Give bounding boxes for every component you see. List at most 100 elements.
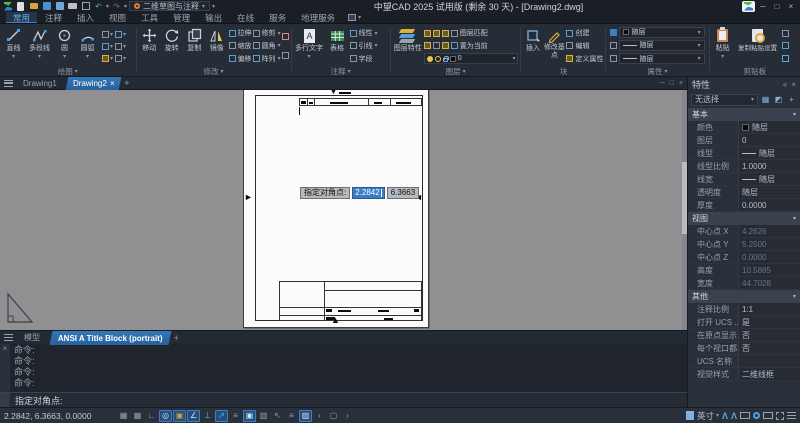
property-row-color[interactable]: 颜色随层	[688, 121, 800, 134]
dynamic-input-icon[interactable]: ↗	[215, 410, 228, 422]
property-row-height[interactable]: 高度10.5885	[688, 264, 800, 277]
create-block-button[interactable]: 创建	[566, 28, 603, 39]
annotation-autoscale-icon[interactable]: Λ	[731, 411, 737, 421]
lineweight-display-icon[interactable]: ≡	[229, 410, 242, 422]
save-as-icon[interactable]	[54, 1, 65, 12]
property-row-center-y[interactable]: 中心点 Y5.2500	[688, 238, 800, 251]
layer-tool-icon[interactable]	[451, 42, 458, 49]
hatch-icon[interactable]: ▾	[102, 55, 113, 62]
draw-panel-label[interactable]: 绘图▾	[2, 66, 134, 76]
dynamic-input-y-field[interactable]: 6.3663	[387, 187, 419, 199]
open-file-icon[interactable]	[28, 1, 39, 12]
block-panel-label[interactable]: 块	[523, 66, 603, 76]
tab-home[interactable]: 常用	[6, 12, 37, 23]
object-snap-tracking-icon[interactable]: ▣	[173, 410, 186, 422]
scale-button[interactable]: 缩放	[229, 40, 252, 51]
copy-button[interactable]: 复制	[184, 26, 206, 66]
doc-tab-drawing1[interactable]: Drawing1	[17, 77, 63, 90]
polyline-button[interactable]: 多段线▾	[26, 26, 53, 66]
line-button[interactable]: 直线▾	[2, 26, 25, 66]
insert-block-button[interactable]: 插入	[523, 26, 542, 66]
properties-panel-label[interactable]: 属性▾	[608, 66, 706, 76]
plot-preview-icon[interactable]	[80, 1, 91, 12]
redo-icon[interactable]: ↷	[111, 1, 122, 12]
layout-tab-ansi-a[interactable]: ANSI A Title Block (portrait)	[50, 331, 172, 345]
leader-button[interactable]: 引线▾	[350, 40, 378, 51]
clean-screen-icon[interactable]	[763, 412, 773, 419]
paste-button[interactable]: 粘贴▾	[712, 26, 734, 66]
doc-tab-drawing2[interactable]: Drawing2×	[65, 77, 121, 90]
quick-access-more-icon[interactable]: ▾	[212, 3, 215, 10]
property-row-ucs-icon-on[interactable]: 打开 UCS ...是	[688, 316, 800, 329]
isometric-drafting-icon[interactable]: ⊥	[201, 410, 214, 422]
workspace-switcher[interactable]: 二维草图与注释 ▾	[129, 1, 210, 11]
settings-gear-icon[interactable]	[753, 412, 760, 419]
tab-insert[interactable]: 插入	[70, 12, 101, 23]
grid-display-icon[interactable]: ▦	[117, 410, 130, 422]
property-row-annotation-scale[interactable]: 注释比例1:1	[688, 303, 800, 316]
annotation-scale-icon[interactable]	[740, 412, 750, 419]
close-tab-icon[interactable]: ×	[110, 79, 115, 88]
annotation-monitor-icon[interactable]: ↖	[271, 410, 284, 422]
ortho-mode-icon[interactable]: ∟	[145, 410, 158, 422]
circle-button[interactable]: 圆▾	[54, 26, 75, 66]
tab-geo-services[interactable]: 地理服务	[294, 12, 342, 23]
annotation-visibility-icon[interactable]: Λ	[722, 411, 728, 421]
property-row-center-x[interactable]: 中心点 X4.2626	[688, 225, 800, 238]
layer-tool-icon[interactable]	[442, 42, 449, 49]
color-control[interactable]: 随层▾	[610, 26, 704, 38]
field-button[interactable]: 字段	[350, 53, 378, 64]
erase-button[interactable]	[282, 31, 289, 42]
dynamic-input-x-field[interactable]: 2.2842	[352, 187, 384, 199]
doc-tab-menu-icon[interactable]	[4, 80, 13, 87]
lineweight-control[interactable]: 随层▾	[610, 39, 704, 51]
tab-output[interactable]: 输出	[198, 12, 229, 23]
edit-block-button[interactable]: 编辑	[566, 40, 603, 51]
command-history[interactable]: × 命令: 命令: 命令: 命令:	[0, 344, 687, 392]
prev-status-icon[interactable]: ‹	[313, 410, 326, 422]
plot-icon[interactable]	[67, 1, 78, 12]
mtext-button[interactable]: A 多行文字▾	[294, 26, 325, 66]
section-view[interactable]: 视图▾	[688, 212, 800, 225]
property-row-ucs-per-viewport[interactable]: 每个视口都...否	[688, 342, 800, 355]
save-icon[interactable]	[41, 1, 52, 12]
table-button[interactable]: 表格	[326, 26, 349, 66]
move-button[interactable]: 移动	[139, 26, 161, 66]
close-command-icon[interactable]: ×	[3, 344, 8, 353]
selection-cycling-icon[interactable]: ▥	[257, 410, 270, 422]
snap-mode-icon[interactable]: ▦	[131, 410, 144, 422]
transparency-icon[interactable]: ▣	[243, 410, 256, 422]
paper-space-icon[interactable]	[686, 411, 694, 420]
model-tab[interactable]: 模型	[17, 331, 47, 345]
define-attributes-button[interactable]: 定义属性	[566, 53, 603, 64]
canvas-scrollbar[interactable]	[682, 90, 687, 330]
mdi-restore-icon[interactable]: □	[670, 80, 674, 87]
selection-filter-icon[interactable]: ▨	[299, 410, 312, 422]
copy-clip-button[interactable]	[782, 40, 789, 51]
point-icon[interactable]: ▾	[115, 43, 126, 50]
layer-tool-icon[interactable]	[442, 30, 449, 37]
workspace-status-icon[interactable]: ▢	[327, 410, 340, 422]
array-button[interactable]: 阵列▾	[253, 53, 281, 64]
layer-dropdown[interactable]: 0 ▾	[424, 53, 519, 64]
units-dropdown[interactable]: 英寸▾	[697, 410, 719, 422]
maximize-button[interactable]: □	[771, 2, 783, 11]
mdi-minimize-icon[interactable]: ─	[660, 80, 665, 87]
tab-services[interactable]: 服务	[262, 12, 293, 23]
layer-match-button[interactable]: 图层匹配	[460, 28, 488, 38]
mirror-button[interactable]: 镜像	[206, 26, 228, 66]
property-row-thickness[interactable]: 厚度0.0000	[688, 199, 800, 212]
minimize-button[interactable]: ─	[757, 2, 769, 11]
select-objects-icon[interactable]: ◩	[773, 95, 784, 104]
layer-on-icon[interactable]	[427, 56, 433, 62]
layer-panel-label[interactable]: 图层▾	[393, 66, 519, 76]
status-menu-icon[interactable]	[787, 412, 796, 419]
modify-panel-label[interactable]: 修改▾	[139, 66, 289, 76]
property-row-linetype[interactable]: 线型随层	[688, 147, 800, 160]
layer-tool-icon[interactable]	[433, 30, 440, 37]
close-palette-icon[interactable]: ×	[791, 80, 796, 89]
layer-tool-icon[interactable]	[424, 30, 431, 37]
property-row-linetype-scale[interactable]: 线型比例1.0000	[688, 160, 800, 173]
quick-properties-icon[interactable]: ≡	[285, 410, 298, 422]
layer-tool-icon[interactable]	[424, 42, 431, 49]
